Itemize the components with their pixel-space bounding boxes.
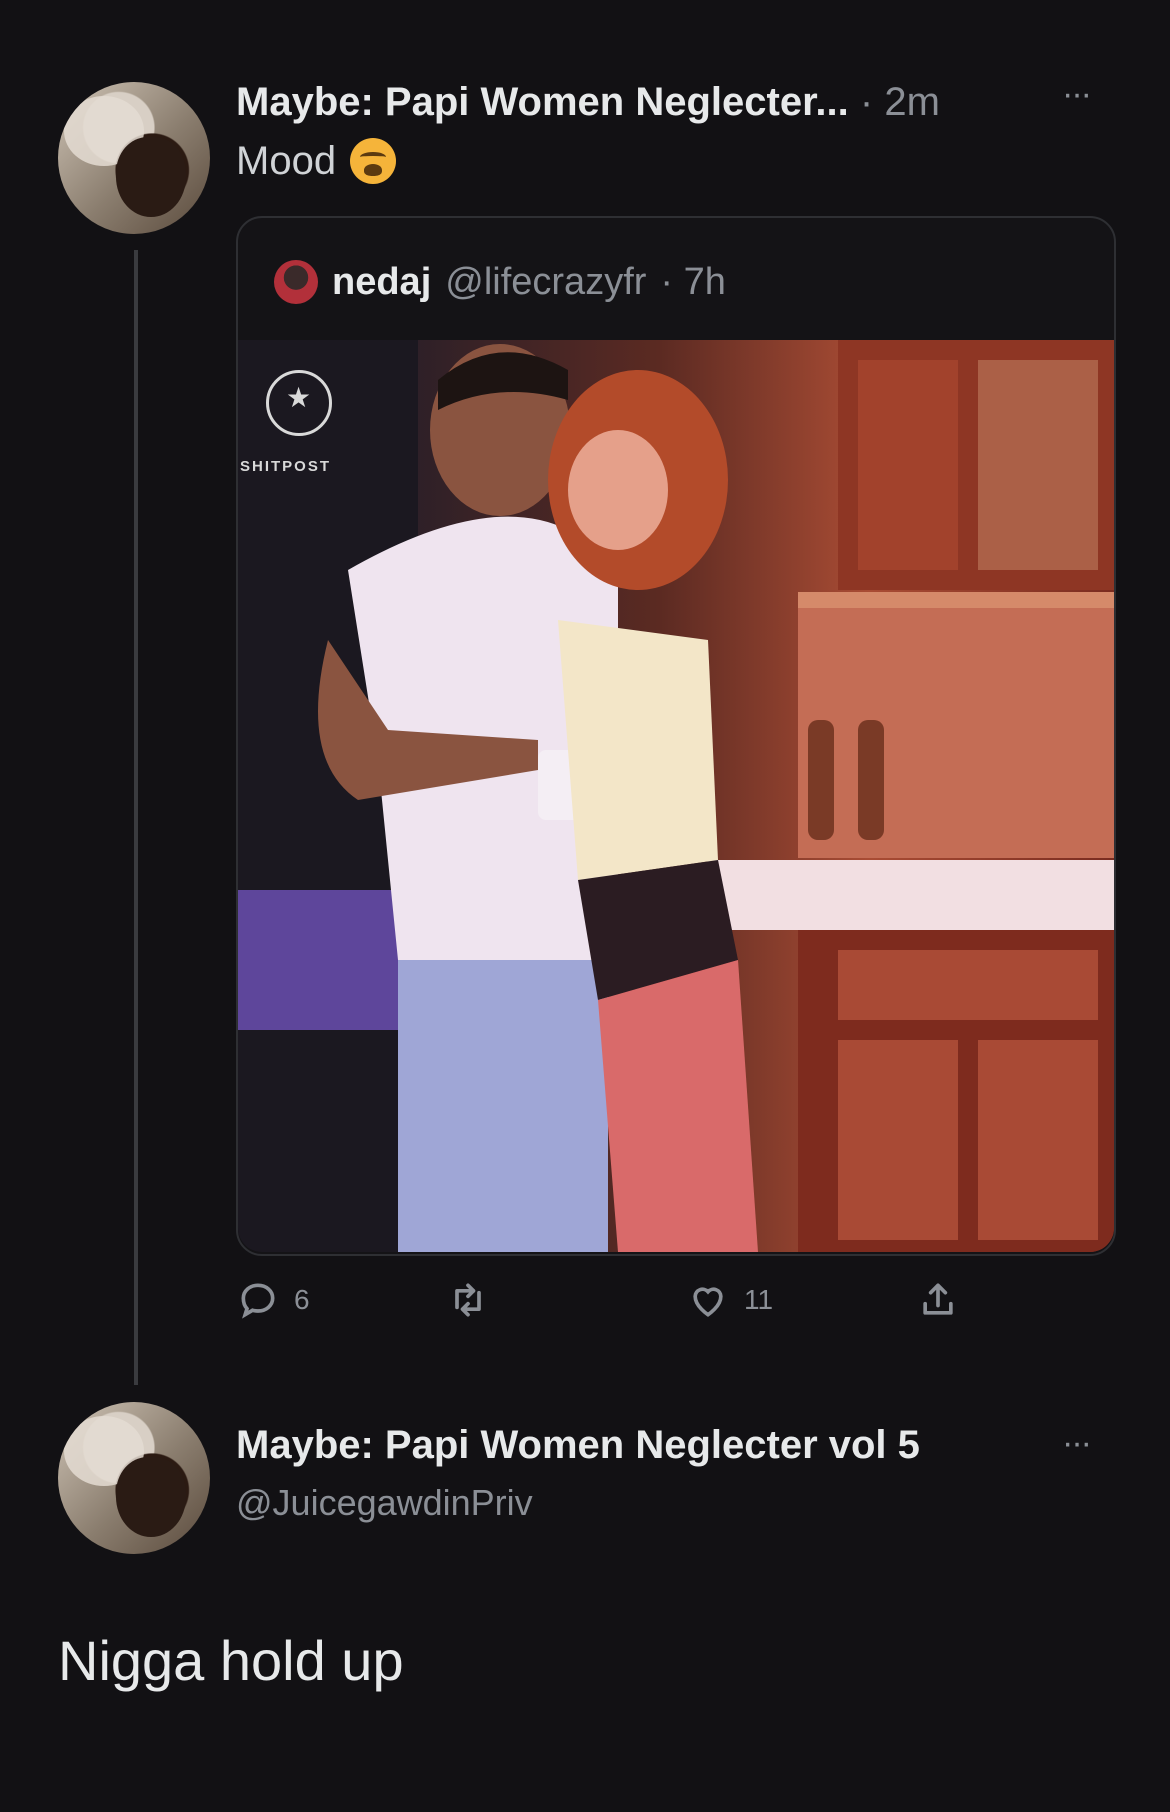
- tweet-header: Maybe: Papi Women Neglecter... · 2m: [236, 78, 1066, 126]
- timestamp[interactable]: · 2m: [860, 80, 940, 124]
- quoted-handle: @lifecrazyfr: [445, 260, 647, 303]
- like-button[interactable]: 11: [686, 1278, 773, 1322]
- tweet-text: Mood: [236, 138, 397, 184]
- tweet-actions: 6 11: [236, 1278, 996, 1326]
- like-count: 11: [744, 1284, 774, 1315]
- tweet-text-content: Mood: [236, 138, 337, 183]
- reply-display-name[interactable]: Maybe: Papi Women Neglecter vol 5: [236, 1423, 920, 1468]
- quoted-tweet-header: nedaj @lifecrazyfr · 7h: [274, 260, 726, 304]
- more-horizontal-icon[interactable]: ···: [1062, 1426, 1092, 1460]
- quoted-timestamp: · 7h: [660, 260, 726, 303]
- league-logo-text: SHITPOST: [240, 458, 332, 475]
- quoted-tweet-card[interactable]: nedaj @lifecrazyfr · 7h ★ SHITPOST: [236, 216, 1116, 1256]
- reply-count: 6: [294, 1284, 310, 1315]
- share-icon: [923, 1283, 953, 1315]
- quoted-avatar: [274, 260, 318, 304]
- reply-text: Nigga hold up: [58, 1629, 404, 1692]
- share-button[interactable]: [916, 1278, 960, 1322]
- like-icon: [693, 1287, 723, 1317]
- avatar[interactable]: [58, 82, 210, 234]
- illustration: [238, 340, 1114, 1252]
- avatar-face: [116, 1457, 186, 1537]
- retweet-button[interactable]: [446, 1278, 504, 1322]
- reply-icon: [241, 1283, 275, 1319]
- league-logo-icon: [266, 370, 332, 436]
- thread-connector-line: [134, 250, 138, 1385]
- avatar-face: [116, 137, 186, 217]
- retweet-icon: [455, 1283, 481, 1317]
- weary-face-emoji: [350, 138, 397, 184]
- reply-avatar[interactable]: [58, 1402, 210, 1554]
- quoted-display-name: nedaj: [332, 260, 432, 303]
- display-name[interactable]: Maybe: Papi Women Neglecter...: [236, 80, 849, 124]
- reply-handle[interactable]: @JuicegawdinPriv: [236, 1482, 533, 1524]
- more-horizontal-icon[interactable]: ···: [1062, 77, 1092, 111]
- reply-button[interactable]: 6: [236, 1278, 310, 1322]
- quoted-media-image[interactable]: SHITPOST: [238, 340, 1114, 1252]
